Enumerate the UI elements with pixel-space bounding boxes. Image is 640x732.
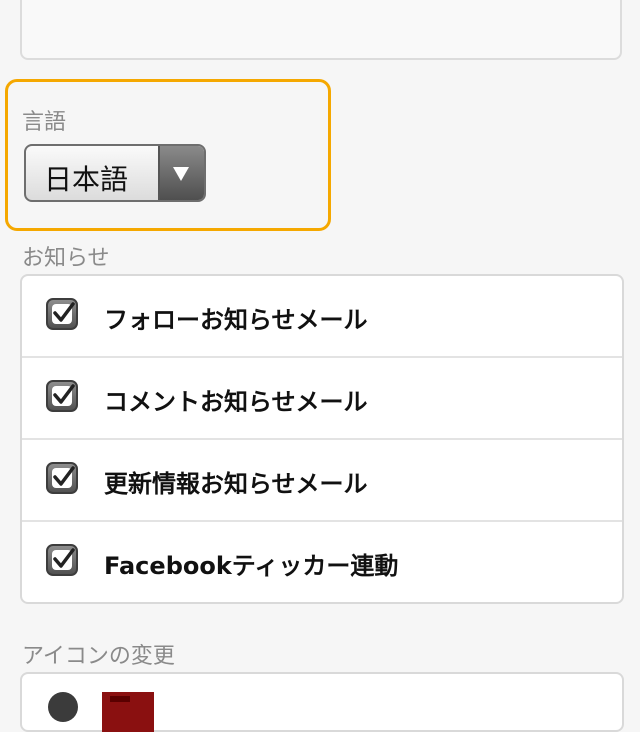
text-area-box[interactable] [20,0,622,60]
notifications-label: お知らせ [22,246,110,271]
list-item-label: フォローお知らせメール [104,306,368,334]
checkbox-comment-mail[interactable] [46,380,78,412]
language-select-value: 日本語 [44,163,129,196]
language-select[interactable]: 日本語 [24,144,206,202]
list-item-update-mail[interactable]: 更新情報お知らせメール [22,440,622,522]
list-item-label: コメントお知らせメール [104,388,368,416]
check-icon [53,466,75,486]
list-item-label: Facebookティッカー連動 [104,552,399,580]
checkbox-update-mail[interactable] [46,462,78,494]
list-item-follow-mail[interactable]: フォローお知らせメール [22,276,622,358]
notifications-list: フォローお知らせメール コメントお知らせメール 更新情報お知らせメール Face… [20,274,624,604]
icon-radio-button[interactable] [48,692,78,722]
avatar[interactable] [102,692,154,732]
list-item-comment-mail[interactable]: コメントお知らせメール [22,358,622,440]
list-item-facebook-ticker[interactable]: Facebookティッカー連動 [22,522,622,602]
icon-change-label: アイコンの変更 [22,644,175,669]
list-item-label: 更新情報お知らせメール [104,470,368,498]
language-label: 言語 [22,110,67,135]
check-icon [53,302,75,322]
checkbox-facebook-ticker[interactable] [46,544,78,576]
dropdown-arrow-icon[interactable] [158,146,204,200]
icon-options-list [20,672,624,732]
check-icon [53,384,75,404]
checkbox-follow-mail[interactable] [46,298,78,330]
check-icon [53,548,75,568]
